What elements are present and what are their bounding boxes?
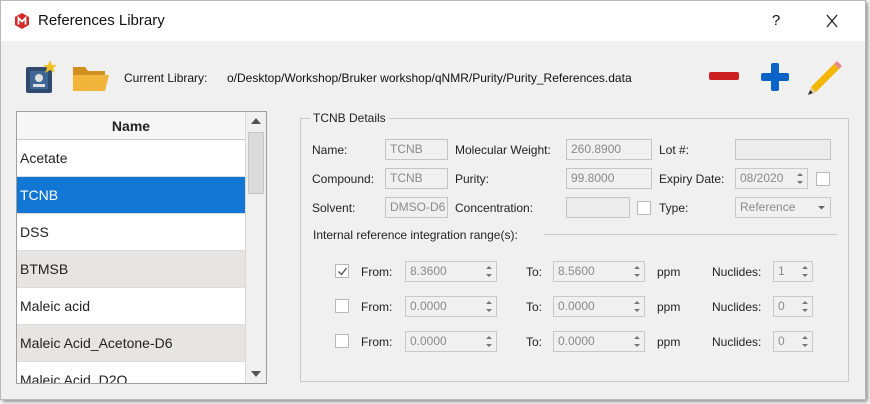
range-3-unit: ppm [657,335,681,349]
purity-field[interactable]: 99.8000 [566,168,652,189]
range-2-from-value: 0.0000 [410,299,447,313]
range-2-to-label: To: [526,300,543,314]
compound-field[interactable]: TCNB [385,168,448,189]
app-logo-icon [15,13,29,29]
range-1-checkbox[interactable] [335,264,349,278]
spin-arrows-icon[interactable] [484,263,494,280]
range-3-to-field[interactable]: 0.0000 [553,331,645,352]
window-title: References Library [38,12,165,29]
molecular-weight-label: Molecular Weight: [455,143,551,157]
details-group-title: TCNB Details [310,111,389,125]
type-label: Type: [659,201,689,215]
spin-arrows-icon[interactable] [632,298,642,315]
list-item-selected[interactable]: TCNB [17,177,245,214]
ranges-divider [544,234,837,235]
range-2-to-value: 0.0000 [558,299,595,313]
name-field[interactable]: TCNB [385,139,448,160]
range-1-from-label: From: [361,265,393,279]
list-item[interactable]: Maleic Acid_D2O [17,362,245,383]
spin-arrows-icon[interactable] [484,333,494,350]
add-icon[interactable] [759,61,791,93]
close-icon[interactable] [819,9,845,33]
concentration-label: Concentration: [455,201,534,215]
range-1-to-label: To: [526,265,543,279]
spin-arrows-icon[interactable] [795,170,805,187]
expiry-date-field[interactable]: 08/2020 [735,168,808,189]
spin-arrows-icon[interactable] [800,298,810,315]
spin-arrows-icon[interactable] [632,333,642,350]
range-3-from-label: From: [361,335,393,349]
expiry-date-label: Expiry Date: [659,172,725,186]
range-3-to-value: 0.0000 [558,334,595,348]
current-library-path: o/Desktop/Workshop/Bruker workshop/qNMR/… [227,71,632,85]
range-1-nuclides-label: Nuclides: [712,265,762,279]
molecular-weight-field[interactable]: 260.8900 [566,139,652,160]
type-value: Reference [740,200,796,214]
list-item[interactable]: BTMSB [17,251,245,288]
list-item[interactable]: Acetate [17,140,245,177]
range-3-nuclides-value: 0 [778,334,785,348]
range-3-nuclides-label: Nuclides: [712,335,762,349]
folder-open-icon[interactable] [71,63,111,95]
checkmark-icon [338,267,348,276]
range-2-nuclides-label: Nuclides: [712,300,762,314]
name-label: Name: [312,143,348,157]
range-2-to-field[interactable]: 0.0000 [553,296,645,317]
library-new-icon[interactable] [22,58,62,96]
help-button[interactable]: ? [763,9,789,33]
list-item[interactable]: Maleic Acid_Acetone-D6 [17,325,245,362]
range-3-from-value: 0.0000 [410,334,447,348]
concentration-field[interactable] [566,197,630,218]
compound-label: Compound: [312,172,375,186]
range-1-to-field[interactable]: 8.5600 [553,261,645,282]
range-1-nuclides-field[interactable]: 1 [773,261,813,282]
list-scrollbar[interactable] [245,112,266,383]
spin-arrows-icon[interactable] [800,263,810,280]
chevron-down-icon [818,206,825,210]
spin-arrows-icon[interactable] [632,263,642,280]
range-1-to-value: 8.5600 [558,264,595,278]
scroll-down-arrow-icon[interactable] [246,365,266,383]
spin-arrows-icon[interactable] [484,298,494,315]
scrollbar-thumb[interactable] [248,132,264,194]
solvent-field[interactable]: DMSO-D6 [385,197,448,218]
list-header-name[interactable]: Name [17,112,245,140]
range-2-from-field[interactable]: 0.0000 [405,296,497,317]
range-3-checkbox[interactable] [335,334,349,348]
expiry-date-value: 08/2020 [740,171,784,185]
range-3-to-label: To: [526,335,543,349]
list-item[interactable]: DSS [17,214,245,251]
range-1-from-field[interactable]: 8.3600 [405,261,497,282]
range-3-nuclides-field[interactable]: 0 [773,331,813,352]
edit-pencil-icon[interactable] [802,57,844,99]
title-bar: References Library ? [1,1,865,41]
reference-list: Name Acetate TCNB DSS BTMSB Maleic acid … [16,111,267,384]
references-library-dialog: References Library ? Current Library: o/… [0,0,866,400]
purity-label: Purity: [455,172,490,186]
concentration-checkbox[interactable] [637,201,651,215]
range-2-unit: ppm [657,300,681,314]
list-item[interactable]: Maleic acid [17,288,245,325]
range-2-checkbox[interactable] [335,299,349,313]
range-2-nuclides-value: 0 [778,299,785,313]
remove-icon[interactable] [707,68,741,84]
ranges-label: Internal reference integration range(s): [313,228,518,242]
range-1-from-value: 8.3600 [410,264,447,278]
range-2-from-label: From: [361,300,393,314]
lot-field[interactable] [735,139,831,160]
spin-arrows-icon[interactable] [800,333,810,350]
scroll-up-arrow-icon[interactable] [246,112,266,130]
range-2-nuclides-field[interactable]: 0 [773,296,813,317]
range-3-from-field[interactable]: 0.0000 [405,331,497,352]
lot-label: Lot #: [659,143,690,157]
type-select[interactable]: Reference [735,197,831,218]
expiry-date-checkbox[interactable] [816,172,830,186]
current-library-label: Current Library: [124,71,208,85]
solvent-label: Solvent: [312,201,356,215]
range-1-nuclides-value: 1 [778,264,785,278]
range-1-unit: ppm [657,265,681,279]
